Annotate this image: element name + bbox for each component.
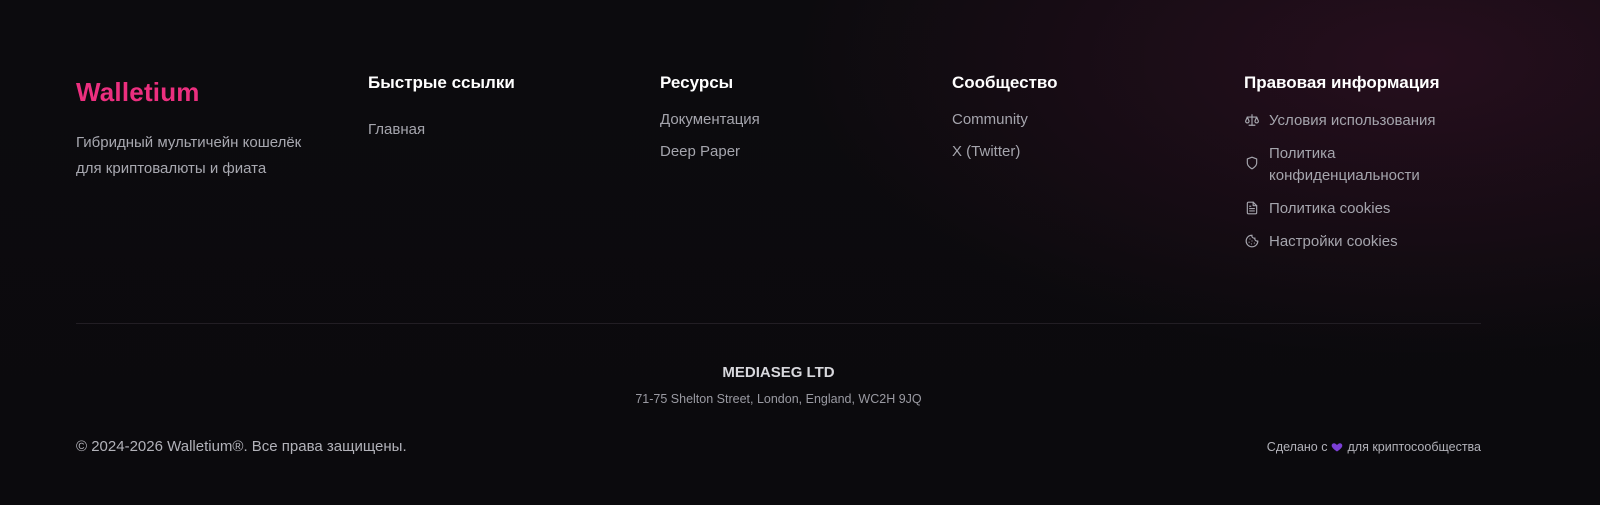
- company-name: MEDIASEG LTD: [722, 364, 835, 381]
- legal-title: Правовая информация: [1244, 73, 1440, 92]
- resources-column: Ресурсы Документация Deep Paper: [660, 72, 760, 174]
- brand-description: Гибридный мультичейн кошелёк для криптов…: [76, 134, 302, 177]
- link-privacy-policy[interactable]: Политика конфиденциальности: [1244, 143, 1494, 187]
- legal-list: Условия использования Политика конфиденц…: [1244, 110, 1494, 253]
- scale-icon: [1244, 110, 1260, 130]
- link-documentation[interactable]: Документация: [660, 110, 760, 130]
- resources-list: Документация Deep Paper: [660, 110, 760, 162]
- made-with-love: Сделано с для криптосообщества: [1267, 437, 1481, 457]
- quick-links-title: Быстрые ссылки: [368, 73, 515, 92]
- link-cookie-policy[interactable]: Политика cookies: [1244, 198, 1494, 220]
- quick-links-list: Главная: [368, 120, 515, 140]
- community-list: Community X (Twitter): [952, 110, 1058, 162]
- site-footer: Walletium Гибридный мультичейн кошелёк д…: [0, 0, 1600, 505]
- community-title: Сообщество: [952, 73, 1058, 92]
- shield-icon: [1244, 153, 1260, 173]
- link-cookie-policy-label: Политика cookies: [1269, 200, 1391, 217]
- made-with-prefix: Сделано с: [1266, 440, 1328, 454]
- quick-links-column: Быстрые ссылки Главная: [368, 72, 515, 152]
- link-cookie-settings-label: Настройки cookies: [1269, 233, 1398, 250]
- legal-column: Правовая информация Условия использовани…: [1244, 72, 1494, 264]
- document-icon: [1244, 198, 1260, 218]
- link-cookie-settings[interactable]: Настройки cookies: [1244, 231, 1494, 253]
- resources-title: Ресурсы: [660, 73, 734, 92]
- link-deep-paper[interactable]: Deep Paper: [660, 142, 760, 162]
- company-address: 71-75 Shelton Street, London, England, W…: [635, 392, 922, 406]
- copyright-text: © 2024-2026 Walletium®. Все права защище…: [76, 438, 407, 455]
- community-column: Сообщество Community X (Twitter): [952, 72, 1058, 174]
- link-terms-label: Условия использования: [1269, 112, 1436, 129]
- link-community[interactable]: Community: [952, 110, 1058, 130]
- link-privacy-label: Политика конфиденциальности: [1269, 145, 1420, 184]
- heart-icon: [1331, 441, 1343, 453]
- footer-divider: [76, 323, 1481, 324]
- made-with-suffix: для криптосообщества: [1347, 440, 1481, 454]
- link-x-twitter[interactable]: X (Twitter): [952, 142, 1058, 162]
- company-info: MEDIASEG LTD 71-75 Shelton Street, Londo…: [0, 362, 1557, 408]
- link-terms-of-use[interactable]: Условия использования: [1244, 110, 1494, 132]
- cookie-icon: [1244, 231, 1260, 251]
- link-home[interactable]: Главная: [368, 120, 515, 140]
- brand-logo[interactable]: Walletium: [76, 74, 200, 110]
- brand-column: Walletium Гибридный мультичейн кошелёк д…: [76, 72, 316, 182]
